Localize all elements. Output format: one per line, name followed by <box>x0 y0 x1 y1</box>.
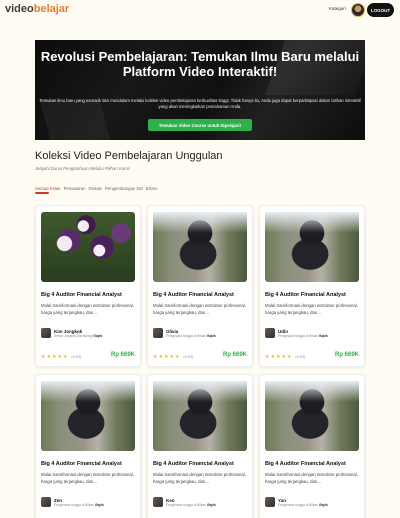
course-title: Big 4 Auditor Financial Analyst <box>153 461 234 467</box>
course-card[interactable]: Big 4 Auditor Financial Analyst Mulai tr… <box>147 374 253 518</box>
hero-subtitle: Temukan ilmu baru yang menarik dan menda… <box>39 98 361 109</box>
course-rating: ★ ★ ★ ★ ★ (4.5/5) <box>153 354 193 360</box>
author-avatar <box>153 328 163 338</box>
hero-cta-button[interactable]: Temukan Video Course untuk Dipelajari! <box>148 119 252 131</box>
author-role: Pengusaha tunggu di Bukan Gojek <box>166 333 216 338</box>
course-thumbnail <box>41 212 135 282</box>
author-role: Pengusaha tunggu di Bukan Gojek <box>278 333 328 338</box>
star-icon: ★ <box>275 354 281 360</box>
category-filter-tabs: Semua Kelas Pemasaran Desain Pengembanga… <box>35 186 157 191</box>
star-icon: ★ <box>62 354 68 360</box>
rating-count: (4.5/5) <box>71 355 82 359</box>
site-logo[interactable]: videobelajar <box>5 3 69 15</box>
top-navbar: videobelajar Kategori LOGOUT <box>0 0 400 20</box>
star-icon: ★ <box>174 354 180 360</box>
author-role: Pengusaha tunggu di Bukan Gojek <box>54 502 104 507</box>
course-author: Udin Pengusaha tunggu di Bukan Gojek <box>265 328 328 338</box>
course-description: Mulai transformasi dengan instruktur pro… <box>265 303 358 315</box>
course-description: Mulai transformasi dengan instruktur pro… <box>153 472 246 484</box>
filter-tab-semua-kelas[interactable]: Semua Kelas <box>35 186 61 191</box>
course-card[interactable]: Big 4 Auditor Financial Analyst Mulai tr… <box>259 205 365 367</box>
course-card[interactable]: Big 4 Auditor Financial Analyst Mulai tr… <box>35 374 141 518</box>
course-author: Olivia Pengusaha tunggu di Bukan Gojek <box>153 328 216 338</box>
rating-count: (4.5/5) <box>295 355 306 359</box>
course-thumbnail <box>153 381 247 451</box>
logout-button[interactable]: LOGOUT <box>367 3 394 17</box>
author-role: Pengusaha tunggu di Bukan Gojek <box>166 502 216 507</box>
course-thumbnail <box>265 212 359 282</box>
course-thumbnail <box>41 381 135 451</box>
course-description: Mulai transformasi dengan instruktur pro… <box>41 472 134 484</box>
star-icon: ★ <box>57 354 62 360</box>
rating-count: (4.5/5) <box>183 355 194 359</box>
author-avatar <box>41 328 51 338</box>
course-price: Rp 669K <box>334 352 359 358</box>
star-icon: ★ <box>286 354 292 360</box>
course-thumbnail <box>153 212 247 282</box>
course-thumbnail <box>265 381 359 451</box>
star-icon: ★ <box>41 354 46 360</box>
star-icon: ★ <box>163 354 169 360</box>
filter-tab-desain[interactable]: Desain <box>89 186 102 191</box>
filter-tab-pemasaran[interactable]: Pemasaran <box>64 186 86 191</box>
course-price: Rp 669K <box>222 352 247 358</box>
user-avatar[interactable] <box>351 3 365 17</box>
course-price: Rp 669K <box>110 352 135 358</box>
author-role: Senior Jongkok Ahli bidang Gojek <box>54 333 103 338</box>
star-icon: ★ <box>158 354 163 360</box>
star-icon: ★ <box>153 354 158 360</box>
star-icon: ★ <box>265 354 270 360</box>
logo-text-belajar: belajar <box>33 3 70 15</box>
logo-text-video: video <box>5 3 34 15</box>
course-rating: ★ ★ ★ ★ ★ (4.5/5) <box>265 354 305 360</box>
kategori-link[interactable]: Kategori <box>329 6 346 11</box>
filter-tab-pengembangan-diri[interactable]: Pengembangan Diri <box>105 186 143 191</box>
star-icon: ★ <box>51 354 57 360</box>
filter-tab-bisnis[interactable]: Bisnis <box>146 186 157 191</box>
star-icon: ★ <box>281 354 286 360</box>
author-avatar <box>41 497 51 507</box>
course-title: Big 4 Auditor Financial Analyst <box>265 461 346 467</box>
course-title: Big 4 Auditor Financial Analyst <box>153 292 234 298</box>
author-avatar <box>265 497 275 507</box>
section-title: Koleksi Video Pembelajaran Unggulan <box>35 150 223 162</box>
course-rating: ★ ★ ★ ★ ★ (4.5/5) <box>41 354 81 360</box>
course-card[interactable]: Big 4 Auditor Financial Analyst Mulai tr… <box>147 205 253 367</box>
author-avatar <box>265 328 275 338</box>
course-author: Zen Pengusaha tunggu di Bukan Gojek <box>41 497 104 507</box>
course-title: Big 4 Auditor Financial Analyst <box>41 461 122 467</box>
author-role: Pengusaha tunggu di Bukan Gojek <box>278 502 328 507</box>
course-description: Mulai transformasi dengan instruktur pro… <box>265 472 358 484</box>
course-author: Yan Pengusaha tunggu di Bukan Gojek <box>265 497 328 507</box>
course-card[interactable]: Big 4 Auditor Financial Analyst Mulai tr… <box>35 205 141 367</box>
hero-title: Revolusi Pembelajaran: Temukan Ilmu Baru… <box>40 49 360 79</box>
star-icon: ★ <box>46 354 51 360</box>
course-author: Kim Jongkok Senior Jongkok Ahli bidang G… <box>41 328 102 338</box>
course-description: Mulai transformasi dengan instruktur pro… <box>153 303 246 315</box>
section-subtitle: Jelajahi Dunia Pengetahuan Melalui Pilih… <box>35 166 130 171</box>
star-icon: ★ <box>169 354 174 360</box>
active-filter-indicator <box>35 192 49 194</box>
hero-banner: Revolusi Pembelajaran: Temukan Ilmu Baru… <box>35 40 365 140</box>
author-avatar <box>153 497 163 507</box>
course-title: Big 4 Auditor Financial Analyst <box>41 292 122 298</box>
course-description: Mulai transformasi dengan instruktur pro… <box>41 303 134 315</box>
star-icon: ★ <box>270 354 275 360</box>
course-title: Big 4 Auditor Financial Analyst <box>265 292 346 298</box>
course-card[interactable]: Big 4 Auditor Financial Analyst Mulai tr… <box>259 374 365 518</box>
course-author: Ken Pengusaha tunggu di Bukan Gojek <box>153 497 216 507</box>
